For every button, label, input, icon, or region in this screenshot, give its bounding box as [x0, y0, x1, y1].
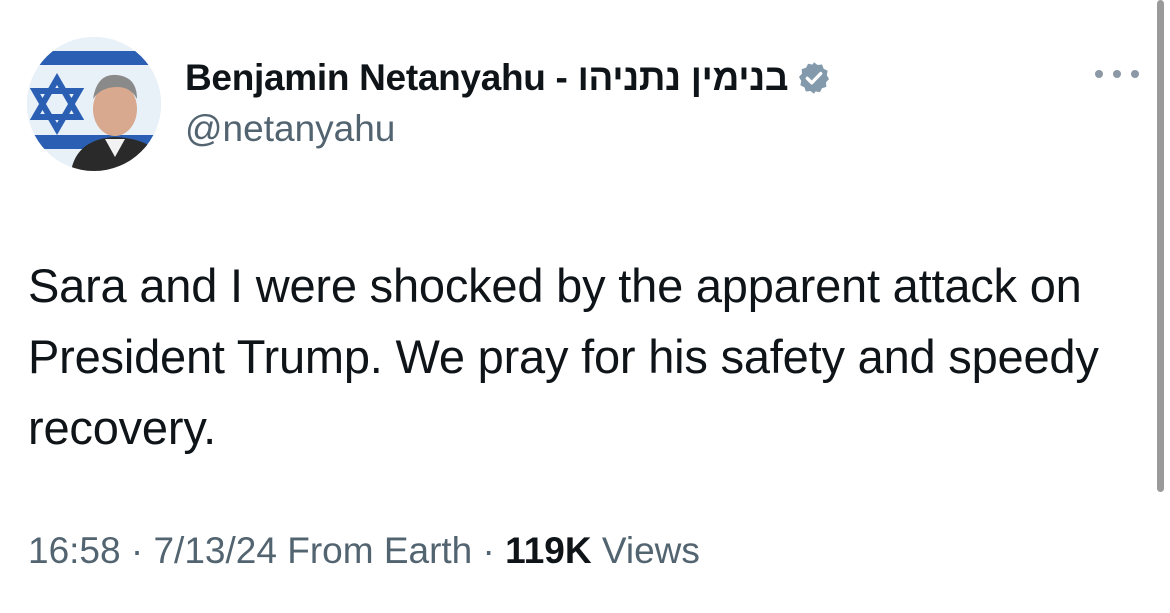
separator: · [482, 530, 495, 571]
dot-icon [1131, 70, 1139, 78]
views-label: Views [601, 530, 700, 571]
tweet-date[interactable]: 7/13/24 [153, 530, 276, 571]
verified-badge-icon [796, 60, 832, 96]
tweet-card: Benjamin Netanyahu - בנימין נתניהו @neta… [0, 0, 1170, 613]
more-options-icon[interactable] [1095, 64, 1139, 84]
author-name-row[interactable]: Benjamin Netanyahu - בנימין נתניהו [185, 52, 832, 104]
avatar-image [27, 37, 161, 171]
author-handle[interactable]: @netanyahu [185, 108, 395, 150]
scrollbar[interactable] [1157, 0, 1164, 492]
tweet-metadata: 16:58 · 7/13/24 From Earth · 119K Views [28, 530, 700, 572]
dot-icon [1113, 70, 1121, 78]
tweet-source: From Earth [287, 530, 473, 571]
tweet-text: Sara and I were shocked by the apparent … [28, 259, 1099, 454]
profile-avatar[interactable] [27, 37, 161, 171]
dot-icon [1095, 70, 1103, 78]
tweet-time[interactable]: 16:58 [28, 530, 121, 571]
author-display-name[interactable]: Benjamin Netanyahu - בנימין נתניהו [185, 57, 789, 99]
separator: · [130, 530, 144, 571]
views-count[interactable]: 119K [505, 530, 591, 571]
